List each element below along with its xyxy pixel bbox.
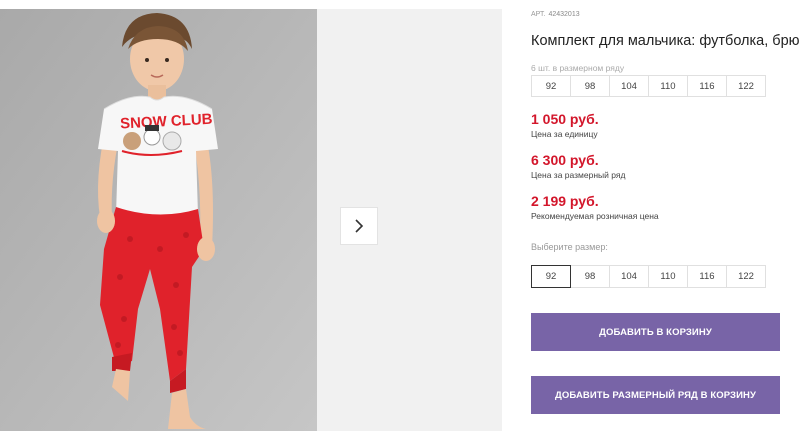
pack-size-cell: 122 xyxy=(726,75,766,97)
retail-price: 2 199 руб. xyxy=(531,193,599,209)
product-photo[interactable]: SNOW CLUB xyxy=(0,9,317,431)
sku: АРТ. 42432013 xyxy=(531,11,580,18)
size-option-selected[interactable]: 92 xyxy=(531,265,571,288)
add-pack-to-cart-button[interactable]: ДОБАВИТЬ РАЗМЕРНЫЙ РЯД В КОРЗИНУ xyxy=(531,376,780,414)
retail-price-label: Рекомендуемая розничная цена xyxy=(531,211,659,221)
pack-size-cell: 92 xyxy=(531,75,571,97)
size-option[interactable]: 110 xyxy=(648,265,688,288)
unit-price-label: Цена за единицу xyxy=(531,129,598,139)
product-photo-image: SNOW CLUB xyxy=(0,9,317,431)
add-to-cart-button[interactable]: ДОБАВИТЬ В КОРЗИНУ xyxy=(531,313,780,351)
choose-size-label: Выберите размер: xyxy=(531,242,608,252)
size-option[interactable]: 122 xyxy=(726,265,766,288)
pack-size-row: 92 98 104 110 116 122 xyxy=(531,75,766,97)
chevron-right-icon xyxy=(355,219,364,233)
size-picker: 92 98 104 110 116 122 xyxy=(531,265,766,288)
size-option[interactable]: 116 xyxy=(687,265,727,288)
pack-size-cell: 98 xyxy=(570,75,610,97)
size-option[interactable]: 98 xyxy=(570,265,610,288)
sku-label: АРТ. xyxy=(531,11,546,18)
product-title: Комплект для мальчика: футболка, брюки xyxy=(531,33,800,49)
pack-size-label: 6 шт. в размерном ряду xyxy=(531,63,625,73)
size-option[interactable]: 104 xyxy=(609,265,649,288)
unit-price: 1 050 руб. xyxy=(531,111,599,127)
product-gallery: SNOW CLUB xyxy=(0,9,502,431)
pack-size-cell: 104 xyxy=(609,75,649,97)
sku-value: 42432013 xyxy=(548,11,580,18)
pack-price: 6 300 руб. xyxy=(531,152,599,168)
pack-size-cell: 116 xyxy=(687,75,727,97)
gallery-next-button[interactable] xyxy=(340,207,378,245)
pack-price-label: Цена за размерный ряд xyxy=(531,170,626,180)
pack-size-cell: 110 xyxy=(648,75,688,97)
